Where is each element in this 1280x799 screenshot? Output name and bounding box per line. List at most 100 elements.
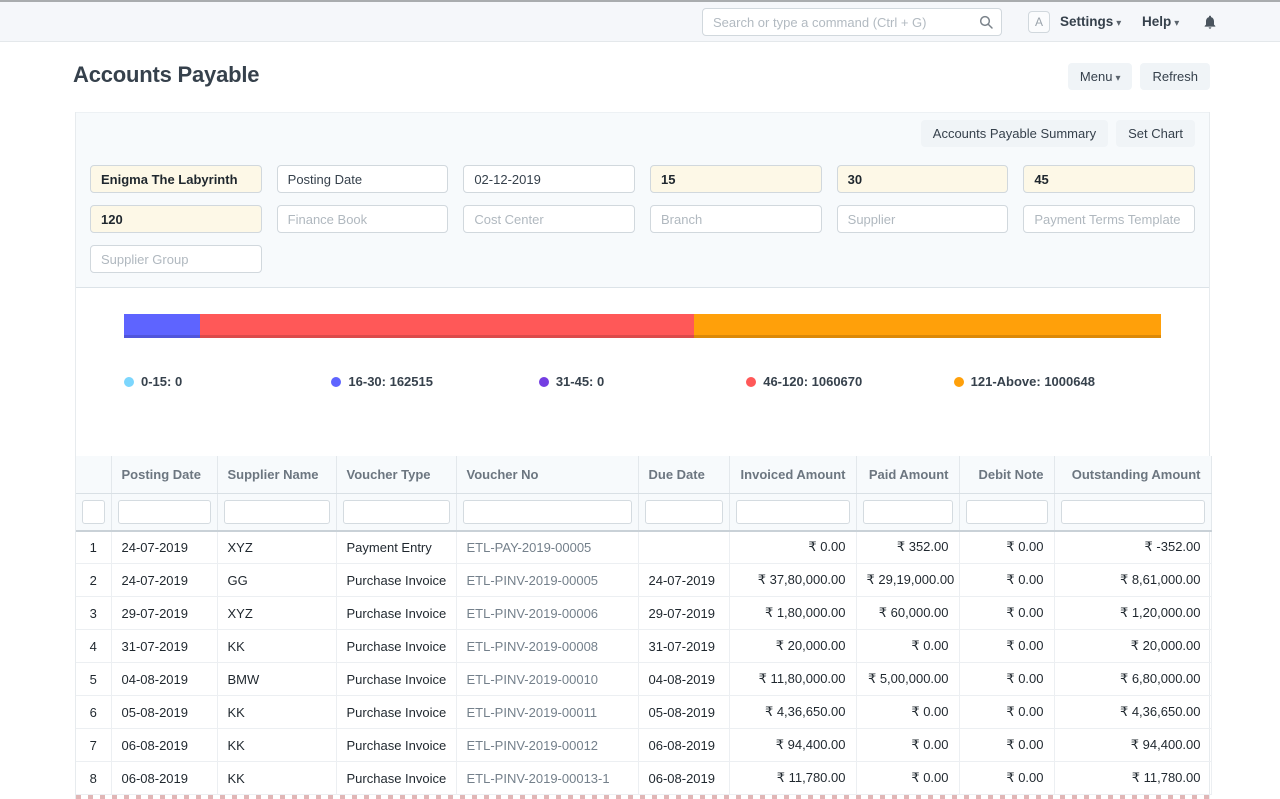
column-filter-input-voucher-type[interactable] [343, 500, 450, 524]
column-header-invoiced-amount[interactable]: Invoiced Amount [729, 456, 856, 493]
legend-item-46-120: 46-120: 1060670 [746, 374, 953, 389]
column-header-voucher-type[interactable]: Voucher Type [336, 456, 456, 493]
column-filter-input-posting-date[interactable] [118, 500, 211, 524]
legend-label: 0-15: 0 [141, 374, 182, 389]
refresh-button[interactable]: Refresh [1140, 63, 1210, 90]
column-header-debit-note[interactable]: Debit Note [959, 456, 1054, 493]
filter-branch[interactable] [650, 205, 822, 233]
column-header-posting-date[interactable]: Posting Date [111, 456, 217, 493]
notifications-bell-icon[interactable] [1202, 13, 1218, 31]
cell-supplier-name: BMW [217, 663, 336, 696]
cell-debit-note: ₹ 0.00 [959, 696, 1054, 729]
filter-finance-book[interactable] [277, 205, 449, 233]
cell-due-date: 05-08-2019 [638, 696, 729, 729]
legend-item-121-above: 121-Above: 1000648 [954, 374, 1161, 389]
cell-row-index: 1 [76, 531, 111, 564]
voucher-link[interactable]: ETL-PINV-2019-00008 [456, 630, 638, 663]
cell-due-date: 04-08-2019 [638, 663, 729, 696]
cell-paid-amount: ₹ 0.00 [856, 729, 959, 762]
column-filter-input-paid-amount[interactable] [863, 500, 953, 524]
filter-cell [729, 493, 856, 531]
cell-voucher-type: Purchase Invoice [336, 696, 456, 729]
cell-posting-date: 05-08-2019 [111, 696, 217, 729]
cell-row-index: 5 [76, 663, 111, 696]
legend-label: 46-120: 1060670 [763, 374, 862, 389]
search-input[interactable] [702, 8, 1002, 36]
set-chart-button[interactable]: Set Chart [1116, 120, 1195, 147]
help-menu[interactable]: Help▾ [1142, 14, 1179, 29]
cell-due-date: 29-07-2019 [638, 597, 729, 630]
cell-voucher-type: Payment Entry [336, 531, 456, 564]
cell-row-index: 6 [76, 696, 111, 729]
cell-debit-note: ₹ 0.00 [959, 762, 1054, 795]
cell-row-index: 8 [76, 762, 111, 795]
cell-outstanding-amount: ₹ 8,61,000.00 [1054, 564, 1211, 597]
column-header-outstanding-amount[interactable]: Outstanding Amount [1054, 456, 1211, 493]
filter-supplier-group[interactable] [90, 245, 262, 273]
menu-button[interactable]: Menu▾ [1068, 63, 1133, 90]
cell-due-date: 06-08-2019 [638, 729, 729, 762]
column-header-due-date[interactable]: Due Date [638, 456, 729, 493]
cell-due-date: 24-07-2019 [638, 564, 729, 597]
column-header-row-index[interactable] [76, 456, 111, 493]
filter-15[interactable] [650, 165, 822, 193]
chevron-down-icon: ▾ [1115, 73, 1120, 84]
cell-voucher-type: Purchase Invoice [336, 597, 456, 630]
cell-due-date [638, 531, 729, 564]
voucher-link[interactable]: ETL-PINV-2019-00010 [456, 663, 638, 696]
voucher-link[interactable]: ETL-PAY-2019-00005 [456, 531, 638, 564]
filter-45[interactable] [1023, 165, 1195, 193]
voucher-link[interactable]: ETL-PINV-2019-00006 [456, 597, 638, 630]
cell-outstanding-amount: ₹ 20,000.00 [1054, 630, 1211, 663]
cell-debit-note: ₹ 0.00 [959, 729, 1054, 762]
cell-supplier-name: XYZ [217, 531, 336, 564]
filter-cell [959, 493, 1054, 531]
accounts-payable-summary-button[interactable]: Accounts Payable Summary [921, 120, 1108, 147]
cell-debit-note: ₹ 0.00 [959, 630, 1054, 663]
column-filter-input-debit-note[interactable] [966, 500, 1048, 524]
filter-120[interactable] [90, 205, 262, 233]
column-header-voucher-no[interactable]: Voucher No [456, 456, 638, 493]
column-filter-input-due-date[interactable] [645, 500, 723, 524]
column-filter-input-row-index[interactable] [82, 500, 105, 524]
cell-debit-note: ₹ 0.00 [959, 597, 1054, 630]
cell-posting-date: 24-07-2019 [111, 531, 217, 564]
column-header-paid-amount[interactable]: Paid Amount [856, 456, 959, 493]
filter-cell [336, 493, 456, 531]
cell-debit-note: ₹ 0.00 [959, 663, 1054, 696]
voucher-link[interactable]: ETL-PINV-2019-00011 [456, 696, 638, 729]
voucher-link[interactable]: ETL-PINV-2019-00013-1 [456, 762, 638, 795]
column-filter-input-supplier-name[interactable] [224, 500, 330, 524]
page-header: Accounts Payable Menu▾ Refresh [0, 42, 1280, 112]
bar-segment-121-above [694, 314, 1161, 338]
column-filter-input-outstanding-amount[interactable] [1061, 500, 1205, 524]
navbar: A Settings▾ Help▾ [0, 2, 1280, 42]
voucher-link[interactable]: ETL-PINV-2019-00012 [456, 729, 638, 762]
filter-payment-terms-template[interactable] [1023, 205, 1195, 233]
cell-voucher-type: Purchase Invoice [336, 663, 456, 696]
column-filter-input-invoiced-amount[interactable] [736, 500, 850, 524]
filter-posting-date[interactable] [277, 165, 449, 193]
stacked-bar [124, 314, 1161, 338]
cell-posting-date: 31-07-2019 [111, 630, 217, 663]
filter-30[interactable] [837, 165, 1009, 193]
cell-supplier-name: GG [217, 564, 336, 597]
filters-panel: Accounts Payable Summary Set Chart [76, 112, 1209, 288]
cell-paid-amount: ₹ 5,00,000.00 [856, 663, 959, 696]
filter-02-12-2019[interactable] [463, 165, 635, 193]
cell-paid-amount: ₹ 29,19,000.00 [856, 564, 959, 597]
column-header-supplier-name[interactable]: Supplier Name [217, 456, 336, 493]
filter-cell [111, 493, 217, 531]
filter-enigma-the-labyrinth[interactable] [90, 165, 262, 193]
voucher-link[interactable]: ETL-PINV-2019-00005 [456, 564, 638, 597]
settings-label: Settings [1060, 14, 1113, 29]
filter-supplier[interactable] [837, 205, 1009, 233]
bar-segment-46-120 [200, 314, 695, 338]
table-row: 806-08-2019KKPurchase InvoiceETL-PINV-20… [76, 762, 1211, 795]
avatar[interactable]: A [1028, 11, 1050, 33]
table-row: 431-07-2019KKPurchase InvoiceETL-PINV-20… [76, 630, 1211, 663]
filter-cost-center[interactable] [463, 205, 635, 233]
settings-menu[interactable]: Settings▾ [1060, 14, 1121, 29]
table-row: 5 04-08-2019 BMWPurchase InvoiceETL-PINV-2… [76, 663, 1211, 696]
column-filter-input-voucher-no[interactable] [463, 500, 632, 524]
